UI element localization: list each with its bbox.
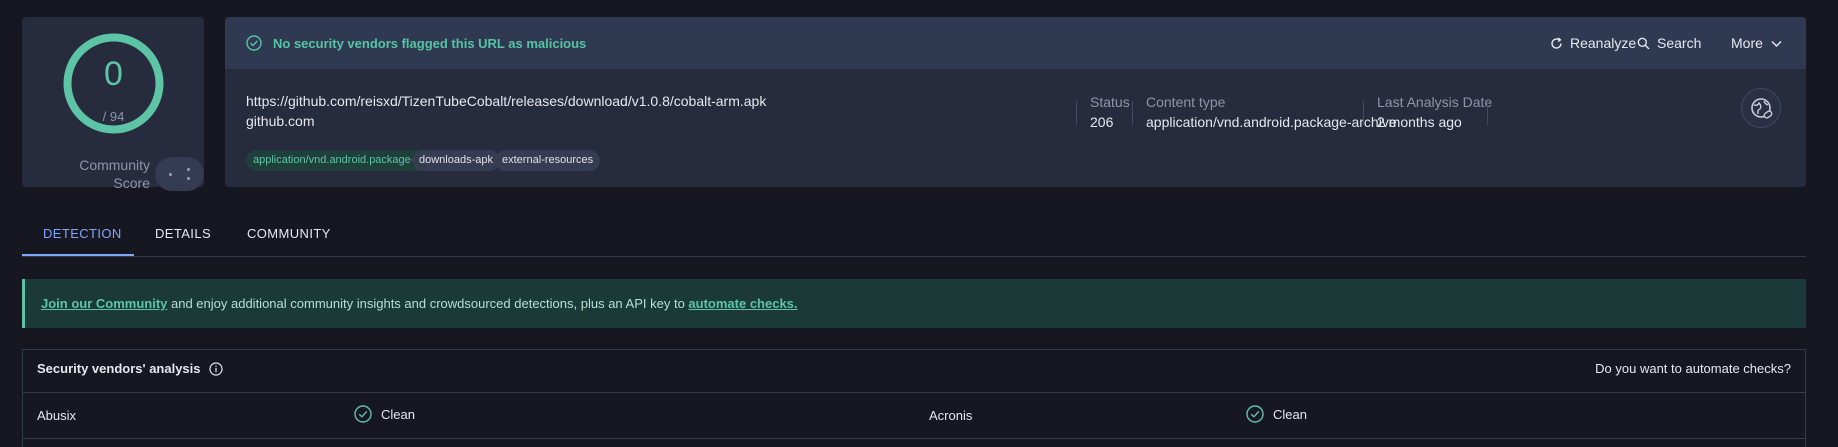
join-community-link[interactable]: Join our Community <box>41 296 167 311</box>
tab-details[interactable]: DETAILS <box>155 226 211 241</box>
vendor-result-acronis: Clean <box>1246 405 1307 423</box>
community-score-label: Community Score <box>79 157 150 191</box>
vendor-result-abusix: Clean <box>354 405 415 423</box>
status-label: Status <box>1090 94 1130 110</box>
vendors-analysis-panel: Security vendors' analysis Do you want t… <box>22 349 1806 447</box>
verdict-banner: No security vendors flagged this URL as … <box>225 17 1806 69</box>
community-notice: Join our Community and enjoy additional … <box>22 279 1806 328</box>
community-vote-toggle[interactable] <box>155 157 204 191</box>
more-menu-button[interactable]: More <box>1731 35 1783 51</box>
tag-external-resources[interactable]: external-resources <box>495 150 601 171</box>
tab-detection[interactable]: DETECTION <box>43 226 122 241</box>
scanned-url[interactable]: https://github.com/reisxd/TizenTubeCobal… <box>246 93 766 109</box>
tab-community[interactable]: COMMUNITY <box>247 226 331 241</box>
check-circle-icon <box>246 35 262 51</box>
verdict-text: No security vendors flagged this URL as … <box>273 36 587 51</box>
chevron-down-icon <box>1771 40 1782 47</box>
search-button[interactable]: Search <box>1637 35 1701 51</box>
content-type-value: application/vnd.android.package-archive <box>1146 114 1397 130</box>
url-globe-icon-badge <box>1741 88 1781 128</box>
content-type-label: Content type <box>1146 94 1226 110</box>
detection-total: / 94 <box>102 109 125 124</box>
tabs-divider <box>22 256 1806 257</box>
last-analysis-label: Last Analysis Date <box>1377 94 1493 110</box>
last-analysis-value: 2 months ago <box>1377 114 1462 130</box>
meta-divider <box>1076 101 1077 125</box>
meta-divider <box>1363 101 1364 125</box>
check-circle-icon <box>1246 405 1264 423</box>
globe-link-icon <box>1751 98 1773 119</box>
detection-count: 0 <box>104 55 123 93</box>
header-divider <box>23 392 1805 393</box>
check-circle-icon <box>354 405 372 423</box>
automate-checks-prompt[interactable]: Do you want to automate checks? <box>1595 361 1791 376</box>
row-divider <box>23 438 1805 439</box>
refresh-icon <box>1551 36 1562 49</box>
url-summary-card: No security vendors flagged this URL as … <box>225 17 1806 187</box>
vendors-analysis-title: Security vendors' analysis <box>37 361 223 376</box>
vendor-name-abusix: Abusix <box>37 408 77 423</box>
meta-divider <box>1487 101 1488 125</box>
automate-checks-link[interactable]: automate checks. <box>688 296 797 311</box>
reanalyze-button[interactable]: Reanalyze <box>1550 35 1636 51</box>
tag-downloads-apk[interactable]: downloads-apk <box>412 150 500 171</box>
vendor-name-acronis: Acronis <box>929 408 973 423</box>
scanned-domain[interactable]: github.com <box>246 113 314 129</box>
community-score-card: 0 / 94 Community Score <box>22 17 204 191</box>
community-notice-text: Join our Community and enjoy additional … <box>41 296 798 311</box>
status-value: 206 <box>1090 114 1114 130</box>
meta-divider <box>1132 101 1133 125</box>
info-icon[interactable] <box>208 361 223 376</box>
search-icon <box>1637 37 1650 49</box>
